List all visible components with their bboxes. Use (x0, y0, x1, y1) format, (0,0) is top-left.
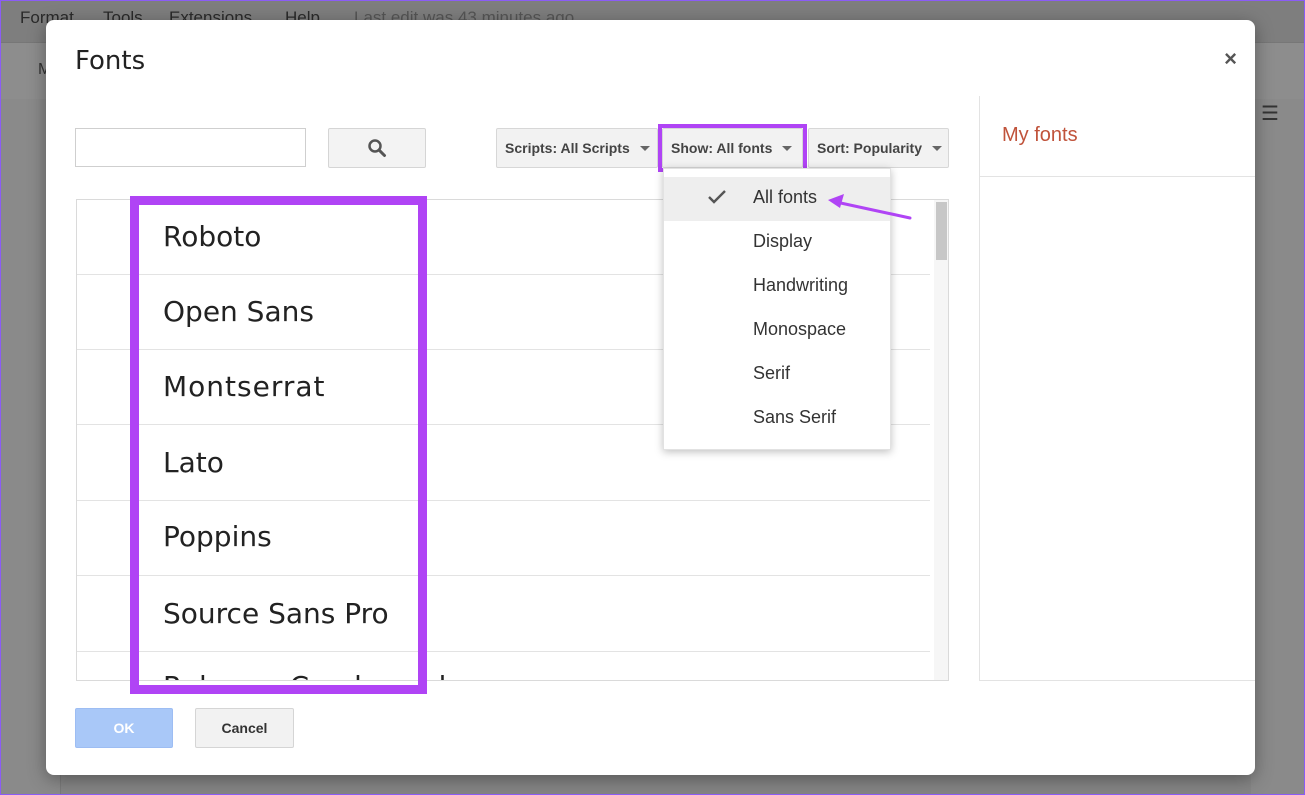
menu-item-label: All fonts (753, 187, 818, 207)
chevron-down-icon (932, 145, 943, 151)
scripts-filter-label: Scripts: All Scripts (505, 140, 630, 156)
panel-divider (980, 176, 1255, 177)
chevron-down-icon (782, 145, 793, 151)
font-name: Source Sans Pro (163, 597, 389, 630)
search-icon (368, 139, 386, 157)
my-fonts-title: My fonts (1002, 124, 1078, 146)
show-filter-label: Show: All fonts (671, 140, 773, 156)
menu-item-label: Serif (753, 363, 791, 383)
annotation-arrow (828, 194, 912, 220)
font-search-input[interactable] (75, 128, 306, 167)
search-button[interactable] (328, 128, 426, 168)
menu-item-handwriting[interactable]: Handwriting (664, 265, 890, 309)
show-filter-button[interactable]: Show: All fonts (662, 128, 803, 168)
font-list-scroll-thumb[interactable] (936, 202, 947, 260)
ok-button[interactable]: OK (75, 708, 173, 748)
font-row-source-sans-pro[interactable]: Source Sans Pro (77, 577, 930, 652)
sort-filter-label: Sort: Popularity (817, 140, 923, 156)
font-name: Lato (163, 446, 224, 479)
my-fonts-panel: My fonts (979, 96, 1255, 681)
font-name: Roboto (163, 220, 262, 253)
menu-item-label: Monospace (753, 319, 847, 339)
font-row-poppins[interactable]: Poppins (77, 501, 930, 576)
menu-item-label: Display (753, 231, 813, 251)
dialog-title: Fonts (75, 46, 146, 76)
checkmark-icon (706, 186, 728, 213)
menu-item-display[interactable]: Display (664, 221, 890, 265)
sort-filter-button[interactable]: Sort: Popularity (808, 128, 949, 168)
cancel-button[interactable]: Cancel (195, 708, 294, 748)
scripts-filter-button[interactable]: Scripts: All Scripts (496, 128, 658, 168)
menu-item-serif[interactable]: Serif (664, 353, 890, 397)
menu-item-label: Handwriting (753, 275, 849, 295)
font-name: Montserrat (163, 370, 326, 403)
font-list-scrollbar[interactable] (934, 200, 948, 680)
close-button[interactable]: × (1224, 46, 1237, 72)
font-name: Raleway Condensed (163, 670, 446, 680)
font-name: Open Sans (163, 295, 314, 328)
list-icon: ☰ (1261, 103, 1279, 125)
fonts-dialog: Fonts × Scripts: All Scripts Show: All f… (46, 20, 1255, 775)
font-row-raleway-condensed[interactable]: Raleway Condensed (77, 652, 930, 680)
menu-item-label: Sans Serif (753, 407, 837, 427)
menu-item-sans-serif[interactable]: Sans Serif (664, 397, 890, 441)
chevron-down-icon (639, 145, 650, 151)
font-name: Poppins (163, 520, 272, 553)
menu-item-monospace[interactable]: Monospace (664, 309, 890, 353)
